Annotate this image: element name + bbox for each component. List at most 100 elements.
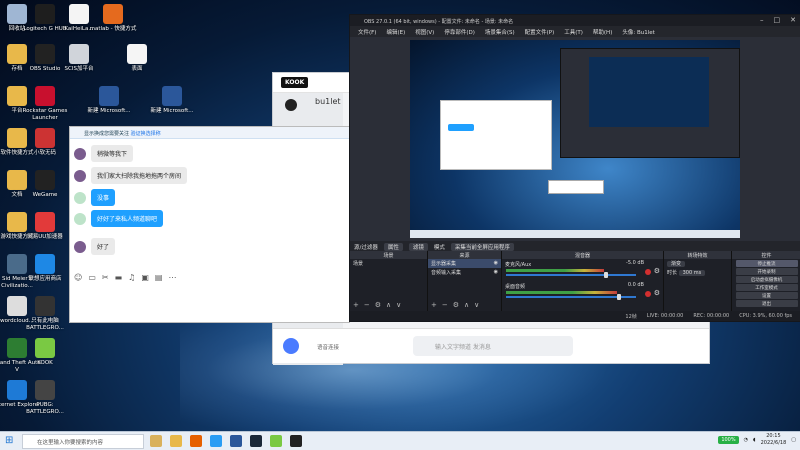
status-dropped: 12帧 — [625, 314, 637, 320]
avatar[interactable] — [74, 169, 86, 182]
clock-date: 2022/6/18 — [760, 439, 787, 446]
obs-icon[interactable] — [290, 435, 302, 447]
notification-icon[interactable]: ▢ — [791, 437, 796, 443]
avatar[interactable] — [74, 147, 86, 160]
desktop-icon[interactable]: 联想应用商店 — [20, 254, 70, 283]
desktop-icon-image — [35, 44, 55, 64]
scenes-controls[interactable]: +−⚙∧∨ — [353, 301, 406, 309]
control-button[interactable]: 停止推流 — [735, 260, 798, 267]
eye-icon[interactable]: ◉ — [494, 260, 498, 266]
source-item[interactable]: 显示器采集 ◉ — [428, 259, 501, 268]
app-icon[interactable] — [210, 435, 222, 447]
gear-icon[interactable]: ⚙ — [654, 289, 660, 297]
mute-icon[interactable] — [645, 291, 651, 297]
controls-header: 控件 — [732, 251, 800, 259]
word-icon[interactable] — [230, 435, 242, 447]
desktop-icon-image — [69, 44, 89, 64]
steam-icon[interactable] — [250, 435, 262, 447]
obs-menu-item[interactable]: 帮助(H) — [593, 28, 612, 37]
eye-icon[interactable]: ◉ — [494, 269, 498, 275]
desktop-icon[interactable]: 小软无码 — [20, 128, 70, 157]
minimize-icon[interactable]: – — [760, 16, 764, 24]
taskbar-search[interactable]: 在这里输入你要搜索的内容 — [22, 434, 144, 449]
control-button[interactable]: 工作室模式 — [735, 284, 798, 291]
desktop-icon[interactable]: 表面 — [112, 44, 162, 73]
desktop-icon-image — [35, 128, 55, 148]
desktop-icon[interactable]: SCIS加平台 — [54, 44, 104, 73]
more-icon[interactable]: ⋯ — [168, 273, 176, 282]
kook-avatar[interactable] — [285, 99, 297, 111]
folder-icon[interactable]: ▬ — [115, 273, 123, 282]
avatar[interactable] — [74, 240, 86, 253]
desktop-icon-image — [35, 380, 55, 400]
duration-input[interactable]: 300 ms — [678, 270, 706, 276]
filters-button[interactable]: 滤镜 — [408, 242, 428, 251]
source-item[interactable]: 音频输入采集 ◉ — [428, 268, 501, 277]
obs-menu-item[interactable]: 头像: Bu1let — [622, 28, 654, 37]
file-explorer-icon[interactable] — [170, 435, 182, 447]
app-icon-banner[interactable] — [150, 435, 162, 447]
close-icon[interactable]: ✕ — [790, 16, 796, 24]
chat-window[interactable]: 显示换成您需要关注 验证换选择称 稍微等我下 我们家大扫除我拖地拖两个房间 没事 好好… — [69, 126, 350, 323]
scene-item[interactable]: 场景 — [350, 259, 427, 268]
kook-message-input[interactable]: 输入文字频道 发消息 — [413, 336, 573, 356]
control-button[interactable]: 开始录制 — [735, 268, 798, 275]
windows-start-icon[interactable]: ⊞ — [5, 435, 13, 446]
obs-menu-item[interactable]: 工具(T) — [564, 28, 583, 37]
battery-indicator[interactable]: 100% — [718, 435, 739, 444]
obs-preview[interactable] — [410, 40, 740, 238]
volume-slider[interactable] — [506, 274, 636, 276]
volume-icon[interactable]: ◖ — [753, 437, 756, 443]
search-placeholder: 在这里输入你要搜索的内容 — [37, 440, 104, 446]
volume-slider-handle[interactable] — [617, 294, 621, 300]
control-button[interactable]: 启动虚拟摄像机 — [735, 276, 798, 283]
chat-notice-link[interactable]: 验证换选择称 — [131, 131, 161, 137]
control-button[interactable]: 退出 — [735, 300, 798, 307]
desktop-icon[interactable]: 新建 Microsoft... — [84, 86, 134, 115]
obs-menu-item[interactable]: 视图(V) — [415, 28, 434, 37]
desktop-icon[interactable]: WeGame — [20, 170, 70, 199]
avatar[interactable] — [74, 212, 86, 225]
gif-icon[interactable]: ▭ — [88, 273, 96, 282]
desktop-icon[interactable]: 新建 Microsoft... — [147, 86, 197, 115]
mute-icon[interactable] — [645, 269, 651, 275]
video-icon[interactable]: ▤ — [155, 273, 163, 282]
track-db: 0.0 dB — [627, 282, 644, 288]
sources-controls[interactable]: +−⚙∧∨ — [431, 301, 484, 309]
clock[interactable]: 20:15 2022/6/18 — [761, 433, 787, 446]
desktop-icon[interactable]: matlab - 快捷方式 — [88, 4, 138, 33]
obs-menu-item[interactable]: 场景集合(S) — [485, 28, 515, 37]
kook-icon[interactable] — [270, 435, 282, 447]
sources-dock: 来源 显示器采集 ◉ 音频输入采集 ◉ +−⚙∧∨ — [428, 251, 502, 311]
desktop-icon[interactable]: 网易UU加速器 — [20, 212, 70, 241]
wifi-icon[interactable]: ◔ — [744, 437, 748, 443]
avatar[interactable] — [74, 191, 86, 204]
transition-type[interactable]: 渐变 — [664, 259, 731, 268]
transition-select[interactable]: 渐变 — [667, 261, 686, 267]
scissors-icon[interactable]: ✂ — [102, 273, 109, 282]
message-bubble: 稍微等我下 — [91, 145, 134, 162]
desktop-icon[interactable]: 只有此电脑 BATTLEGRO... — [20, 296, 70, 331]
emoji-icon[interactable]: ☺ — [74, 273, 82, 282]
image-icon[interactable]: ▣ — [141, 273, 149, 282]
gear-icon[interactable]: ⚙ — [654, 267, 660, 275]
obs-window[interactable]: OBS 27.0.1 (64 bit, windows) - 配置文件: 未命名… — [349, 14, 800, 322]
desktop-icon[interactable]: PUBG: BATTLEGRO... — [20, 380, 70, 415]
obs-title: OBS 27.0.1 (64 bit, windows) - 配置文件: 未命名… — [364, 19, 514, 25]
obs-menu-item[interactable]: 配置文件(P) — [525, 28, 555, 37]
maximize-icon[interactable]: □ — [774, 16, 781, 24]
volume-slider-handle[interactable] — [604, 272, 608, 278]
obs-menu-item[interactable]: 停靠部件(D) — [444, 28, 475, 37]
desktop-icon-image — [162, 86, 182, 106]
mode-select[interactable]: 采集当前全屏应用程序 — [450, 242, 514, 251]
firefox-icon[interactable] — [190, 435, 202, 447]
music-icon[interactable]: ♫ — [128, 273, 135, 282]
control-button[interactable]: 设置 — [735, 292, 798, 299]
desktop-icon[interactable]: KOOK — [20, 338, 70, 367]
source-label: 音频输入采集 — [431, 270, 462, 276]
desktop-icon[interactable]: Rockstar Games Launcher — [20, 86, 70, 121]
obs-menu-item[interactable]: 编辑(E) — [386, 28, 405, 37]
properties-button[interactable]: 属性 — [383, 242, 403, 251]
desktop-icon-label: 网易UU加速器 — [27, 234, 63, 240]
obs-menu-item[interactable]: 文件(F) — [358, 28, 376, 37]
